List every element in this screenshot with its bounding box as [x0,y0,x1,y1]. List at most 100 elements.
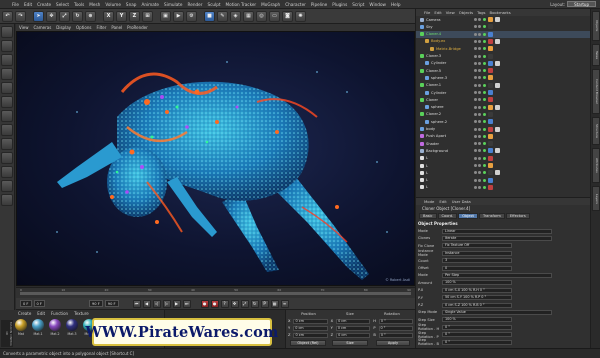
object-menu-view[interactable]: View [446,10,455,15]
enabled-check-icon[interactable] [483,120,486,124]
visibility-editor-dot[interactable] [474,61,477,65]
menu-character[interactable]: Character [285,2,306,7]
render-picture-viewer-icon[interactable]: ▶ [173,10,184,22]
tag-icon[interactable] [495,148,500,154]
enabled-check-icon[interactable] [483,54,486,58]
menu-render[interactable]: Render [188,2,203,7]
visibility-editor-dot[interactable] [474,164,477,167]
planar-workplane-icon[interactable] [1,180,13,192]
scale-key-icon[interactable]: ⤢ [240,299,249,308]
visibility-render-dot[interactable] [478,149,481,153]
tag-icon[interactable] [488,133,493,139]
frame-current-field[interactable]: 0 F [33,300,45,307]
lock-workplane-icon[interactable] [1,166,13,178]
keyframe-selection-icon[interactable]: ? [220,299,229,308]
menu-pipeline[interactable]: Pipeline [311,2,327,7]
rotation-p-field[interactable]: 0 ° [378,325,413,331]
camera-icon[interactable]: ◙ [282,10,293,22]
object-row[interactable]: Cloner.5 [416,67,590,74]
tag-icon[interactable] [495,60,500,66]
enabled-check-icon[interactable] [483,178,486,182]
menu-simulate[interactable]: Simulate [164,2,183,7]
visibility-editor-dot[interactable] [474,142,477,146]
enabled-check-icon[interactable] [483,127,486,131]
texture-mode-icon[interactable] [1,54,13,66]
tag-icon[interactable] [488,155,493,161]
material-item[interactable]: Mat.1 [31,319,45,336]
viewport-menu-panel[interactable]: Panel [111,25,122,30]
go-to-start-icon[interactable]: ⏮ [132,299,141,308]
viewport-menu-prorender[interactable]: ProRender [127,25,148,30]
position-x-field[interactable]: 0 cm [293,318,328,324]
rotate-icon[interactable]: ↻ [72,10,83,22]
y-axis-icon[interactable]: Y [116,10,127,22]
object-row[interactable]: Cylinder [416,60,590,67]
enabled-check-icon[interactable] [483,32,486,36]
material-menu-texture[interactable]: Texture [74,311,89,316]
visibility-render-dot[interactable] [478,54,481,58]
visibility-render-dot[interactable] [478,47,481,51]
recent-tools-icon[interactable]: ⊕ [85,10,96,22]
object-row[interactable]: L [416,155,590,162]
property-value[interactable]: Fix Texture Off [442,243,512,249]
solo-icon[interactable] [1,194,13,206]
property-value[interactable]: Instance [442,250,512,256]
attribute-menu-mode[interactable]: Mode [424,199,434,204]
visibility-render-dot[interactable] [478,39,481,43]
visibility-render-dot[interactable] [478,32,481,36]
scale-icon[interactable]: ⤢ [59,10,70,22]
property-value[interactable]: 100 % [442,280,512,286]
position-y-field[interactable]: 0 cm [293,325,328,331]
material-menu-create[interactable]: Create [18,311,31,316]
cube-icon[interactable]: ■ [204,10,215,22]
object-row[interactable]: L [416,162,590,169]
tag-icon[interactable] [488,38,493,44]
material-item[interactable]: Mat [14,319,28,336]
object-row[interactable]: sphere.3 [416,74,590,81]
apply-button[interactable]: Apply [376,340,410,346]
visibility-render-dot[interactable] [478,105,481,109]
tag-icon[interactable] [488,24,493,30]
rotation-h-field[interactable]: 0 ° [378,318,414,324]
object-row[interactable]: Cloner.3 [416,53,590,60]
live-selection-icon[interactable]: ➤ [33,10,44,22]
object-row[interactable]: Cloner [416,96,590,103]
enabled-check-icon[interactable] [483,105,486,109]
tag-icon[interactable] [488,163,493,168]
property-value[interactable]: Single Value [442,309,552,315]
light-icon[interactable]: ✺ [295,10,306,22]
material-menu-function[interactable]: Function [51,311,68,316]
visibility-editor-dot[interactable] [474,47,477,51]
visibility-editor-dot[interactable] [474,178,477,182]
viewport[interactable]: © Robert Asdi [16,31,415,286]
menu-edit[interactable]: Edit [24,2,32,7]
visibility-editor-dot[interactable] [474,105,477,109]
viewport-menu-filter[interactable]: Filter [96,25,106,30]
tag-icon[interactable] [488,148,493,154]
object-row[interactable]: Cloner.1 [416,82,590,89]
menu-help[interactable]: Help [391,2,401,7]
coordinate-mode-dropdown[interactable]: Object (Rel) [290,340,326,346]
points-mode-icon[interactable] [1,82,13,94]
object-row[interactable]: body [416,126,590,133]
enabled-check-icon[interactable] [483,61,486,65]
pen-icon[interactable]: ✎ [217,10,228,22]
play-backwards-icon[interactable]: ◁ [152,299,161,308]
visibility-editor-dot[interactable] [474,39,477,43]
z-axis-icon[interactable]: Z [129,10,140,22]
object-menu-edit[interactable]: Edit [434,10,441,15]
x-axis-icon[interactable]: X [103,10,114,22]
property-value[interactable]: 0 [442,265,512,271]
visibility-render-dot[interactable] [478,83,481,87]
side-tab-layers[interactable]: Layers [592,186,600,211]
visibility-editor-dot[interactable] [474,18,477,21]
tag-icon[interactable] [488,184,493,190]
side-tab-content-browser[interactable]: Content Browser [592,69,600,114]
property-value[interactable]: Iterate [442,235,552,241]
tag-icon[interactable] [488,53,493,59]
menu-volume[interactable]: Volume [105,2,121,7]
viewport-menu-options[interactable]: Options [76,25,91,30]
pla-key-icon[interactable]: ▦ [270,299,279,308]
layout-dropdown[interactable]: Startup [567,1,596,7]
visibility-render-dot[interactable] [478,142,481,146]
